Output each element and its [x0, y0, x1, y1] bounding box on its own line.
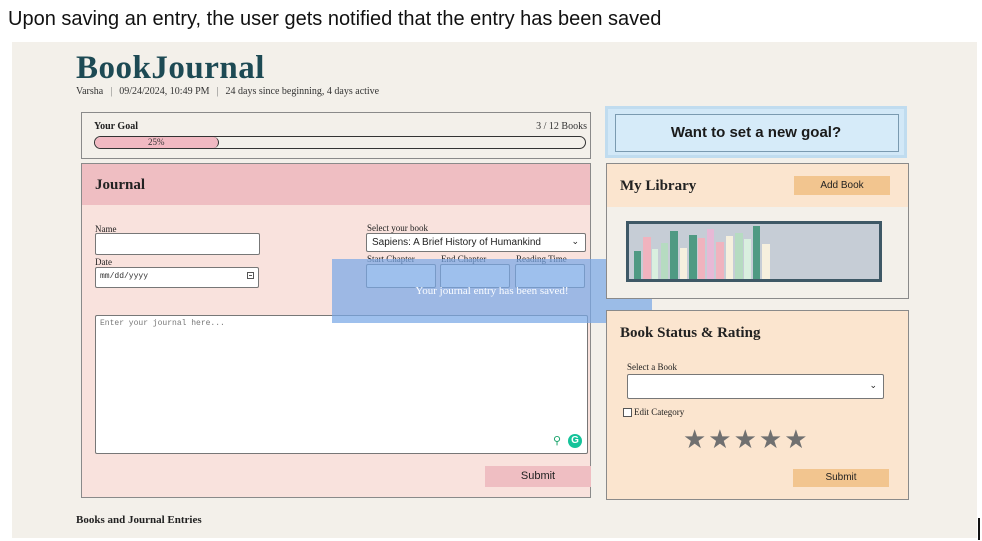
book-spine	[753, 226, 760, 279]
saved-notification-message: Your journal entry has been saved!	[415, 285, 569, 297]
book-select[interactable]: Sapiens: A Brief History of Humankind ⌄	[366, 233, 586, 252]
book-spine	[707, 229, 714, 279]
book-spine	[744, 239, 751, 279]
grammarly-icon[interactable]: G	[568, 434, 582, 448]
status-submit-button[interactable]: Submit	[793, 469, 889, 487]
journal-title: Journal	[95, 177, 146, 193]
section-title-entries: Books and Journal Entries	[76, 514, 202, 526]
meta-divider: |	[110, 86, 113, 97]
new-goal-label: Want to set a new goal?	[670, 123, 842, 141]
book-spine	[652, 249, 658, 279]
book-spine	[661, 243, 668, 279]
add-book-button[interactable]: Add Book	[794, 176, 890, 195]
book-select-value: Sapiens: A Brief History of Humankind	[372, 237, 541, 248]
book-spine	[716, 242, 724, 279]
journal-panel: Journal Name Date mm/dd/yyyy Select your…	[81, 163, 591, 498]
library-panel: My Library Add Book	[606, 163, 909, 299]
book-spine	[670, 231, 678, 279]
library-header: My Library Add Book	[607, 164, 908, 207]
goal-panel: Your Goal 3 / 12 Books 25%	[81, 112, 591, 159]
lightbulb-icon[interactable]: ⚲	[553, 434, 565, 448]
book-spine	[689, 235, 697, 279]
book-status-panel: Book Status & Rating Select a Book ⌄ Edi…	[606, 310, 909, 500]
bookshelf-illustration	[626, 221, 882, 282]
goal-count: 3 / 12 Books	[536, 121, 587, 132]
new-goal-button[interactable]: Want to set a new goal?	[605, 106, 907, 158]
activity-summary: 24 days since beginning, 4 days active	[225, 86, 380, 97]
goal-title: Your Goal	[94, 121, 138, 132]
chevron-down-icon: ⌄	[571, 237, 579, 247]
journal-header: Journal	[82, 164, 590, 205]
goal-progress-fill: 25%	[95, 137, 219, 148]
book-spine	[634, 251, 641, 279]
name-input[interactable]	[95, 233, 260, 255]
status-book-select[interactable]: ⌄	[627, 374, 884, 399]
grammar-assistant[interactable]: ⚲ G	[553, 434, 582, 448]
book-spine	[735, 233, 743, 279]
date-label: Date	[95, 257, 112, 267]
book-status-title: Book Status & Rating	[620, 325, 761, 341]
screenshot-caption: Upon saving an entry, the user gets noti…	[8, 8, 662, 30]
book-spine	[643, 237, 651, 279]
meta-divider: |	[216, 86, 219, 97]
edit-category-checkbox[interactable]	[623, 408, 632, 417]
saved-notification: Your journal entry has been saved!	[332, 259, 652, 323]
session-info: Varsha | 09/24/2024, 10:49 PM | 24 days sinc…	[76, 86, 379, 97]
rating-stars[interactable]: ★★★★★	[683, 425, 810, 455]
library-title: My Library	[620, 178, 697, 194]
date-placeholder: mm/dd/yyyy	[100, 272, 149, 281]
edit-category-label: Edit Category	[634, 407, 685, 417]
app-window: BookJournal Varsha | 09/24/2024, 10:49 PM |…	[12, 42, 977, 538]
book-select-label: Select your book	[367, 223, 428, 233]
text-cursor	[978, 518, 980, 540]
book-spine	[762, 244, 770, 279]
goal-progress-bar: 25%	[94, 136, 586, 149]
app-logo[interactable]: BookJournal	[76, 50, 265, 87]
current-datetime: 09/24/2024, 10:49 PM	[119, 86, 210, 97]
user-name: Varsha	[76, 86, 104, 97]
book-spine	[680, 248, 687, 279]
journal-submit-button[interactable]: Submit	[485, 466, 591, 487]
journal-entry-placeholder: Enter your journal here...	[100, 319, 225, 328]
journal-entry-textarea[interactable]: Enter your journal here... ⚲ G	[95, 315, 588, 454]
status-select-label: Select a Book	[627, 362, 677, 372]
calendar-icon[interactable]	[247, 272, 254, 279]
book-spine	[726, 236, 733, 279]
date-input[interactable]: mm/dd/yyyy	[95, 267, 259, 288]
book-spine	[698, 238, 705, 279]
chevron-down-icon: ⌄	[869, 381, 877, 391]
